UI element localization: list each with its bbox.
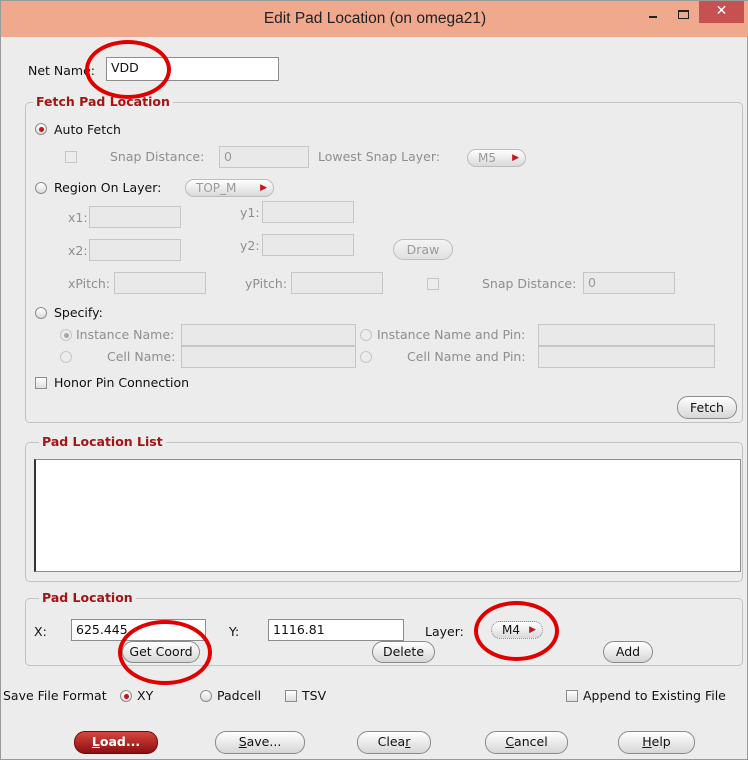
snap-distance2-label: Snap Distance:	[482, 276, 577, 291]
cell-name-input[interactable]	[181, 346, 356, 368]
cancel-label: ancel	[514, 734, 548, 749]
save-mnemonic: S	[238, 734, 247, 749]
y-label: Y:	[229, 624, 240, 639]
window-title: Edit Pad Location (on omega21)	[263, 10, 487, 27]
snap-distance-checkbox[interactable]	[65, 151, 77, 163]
lowest-snap-layer-value: M5	[478, 151, 496, 165]
x2-input[interactable]	[89, 239, 181, 261]
instance-name-label: Instance Name:	[76, 327, 175, 342]
help-button[interactable]: Help	[618, 731, 695, 754]
pad-location-listbox[interactable]	[34, 459, 741, 572]
cell-name-label: Cell Name:	[107, 349, 176, 364]
x2-label: x2:	[68, 243, 88, 258]
format-padcell-label: Padcell	[217, 688, 262, 703]
clear-label: Clea	[377, 734, 406, 749]
format-xy-radio[interactable]	[120, 690, 132, 702]
xpitch-label: xPitch:	[68, 276, 111, 291]
region-layer-value: TOP_M	[196, 181, 237, 195]
clear-mnemonic: r	[405, 734, 411, 749]
lowest-snap-layer-menu[interactable]: M5 ▶	[467, 149, 526, 167]
format-tsv-label: TSV	[302, 688, 327, 703]
append-existing-checkbox[interactable]	[566, 690, 578, 702]
fetch-button[interactable]: Fetch	[677, 396, 737, 419]
load-button[interactable]: Load...	[74, 731, 158, 754]
honor-pin-connection-label: Honor Pin Connection	[54, 375, 190, 390]
auto-fetch-label: Auto Fetch	[54, 122, 121, 137]
snap-distance-label: Snap Distance:	[110, 149, 205, 164]
save-label: ave...	[246, 734, 282, 749]
x1-label: x1:	[68, 210, 88, 225]
ypitch-input[interactable]	[291, 272, 383, 294]
fetch-pad-location-title: Fetch Pad Location	[33, 94, 173, 109]
maximize-icon[interactable]	[678, 10, 689, 19]
cell-name-and-pin-radio[interactable]	[360, 351, 372, 363]
cell-name-radio[interactable]	[60, 351, 72, 363]
title-bar[interactable]: Edit Pad Location (on omega21) ✕	[1, 1, 748, 37]
y1-input[interactable]	[262, 201, 354, 223]
pad-location-list-title: Pad Location List	[39, 434, 166, 449]
append-existing-label: Append to Existing File	[583, 688, 726, 703]
format-xy-label: XY	[137, 688, 154, 703]
region-on-layer-label: Region On Layer:	[54, 180, 162, 195]
format-tsv-checkbox[interactable]	[285, 690, 297, 702]
snap-distance2-checkbox[interactable]	[427, 278, 439, 290]
save-file-format-label: Save File Format	[3, 688, 107, 703]
snap-distance2-input[interactable]: 0	[583, 272, 675, 294]
add-button[interactable]: Add	[603, 641, 653, 663]
specify-radio[interactable]	[35, 307, 47, 319]
clear-button[interactable]: Clear	[357, 731, 431, 754]
help-label: elp	[651, 734, 671, 749]
draw-button[interactable]: Draw	[393, 239, 453, 260]
y2-input[interactable]	[262, 234, 354, 256]
lowest-snap-layer-label: Lowest Snap Layer:	[318, 149, 440, 164]
save-button[interactable]: Save...	[215, 731, 305, 754]
ypitch-label: yPitch:	[245, 276, 288, 291]
cancel-button[interactable]: Cancel	[485, 731, 568, 754]
dialog-window: Edit Pad Location (on omega21) ✕ Net Nam…	[0, 0, 748, 760]
x-label: X:	[34, 624, 47, 639]
load-label: oad...	[99, 734, 141, 749]
format-padcell-radio[interactable]	[200, 690, 212, 702]
x1-input[interactable]	[89, 206, 181, 228]
specify-label: Specify:	[54, 305, 103, 320]
y1-label: y1:	[240, 205, 260, 220]
layer-label: Layer:	[425, 624, 464, 639]
menu-arrow-icon: ▶	[512, 153, 519, 163]
instance-name-and-pin-label: Instance Name and Pin:	[377, 327, 526, 342]
instance-name-radio[interactable]	[60, 329, 72, 341]
pad-location-title: Pad Location	[39, 590, 136, 605]
minimize-icon[interactable]	[649, 16, 657, 18]
instance-name-and-pin-radio[interactable]	[360, 329, 372, 341]
cell-name-and-pin-input[interactable]	[538, 346, 715, 368]
annotation-circle-layer	[474, 601, 559, 661]
annotation-circle-get-coord	[118, 620, 212, 685]
instance-name-input[interactable]	[181, 324, 356, 346]
instance-name-and-pin-input[interactable]	[538, 324, 715, 346]
snap-distance-input[interactable]: 0	[219, 146, 309, 168]
region-layer-menu[interactable]: TOP_M ▶	[185, 179, 274, 197]
help-mnemonic: H	[642, 734, 652, 749]
region-on-layer-radio[interactable]	[35, 182, 47, 194]
y2-label: y2:	[240, 238, 260, 253]
annotation-circle-net-name	[85, 40, 171, 99]
cell-name-and-pin-label: Cell Name and Pin:	[407, 349, 526, 364]
delete-button[interactable]: Delete	[372, 641, 435, 663]
y-coordinate-input[interactable]: 1116.81	[268, 619, 404, 641]
xpitch-input[interactable]	[114, 272, 206, 294]
menu-arrow-icon: ▶	[260, 183, 267, 193]
auto-fetch-radio[interactable]	[35, 123, 47, 135]
load-mnemonic: L	[91, 734, 100, 749]
honor-pin-connection-checkbox[interactable]	[35, 377, 47, 389]
close-button[interactable]: ✕	[699, 1, 744, 23]
cancel-mnemonic: C	[505, 734, 515, 749]
